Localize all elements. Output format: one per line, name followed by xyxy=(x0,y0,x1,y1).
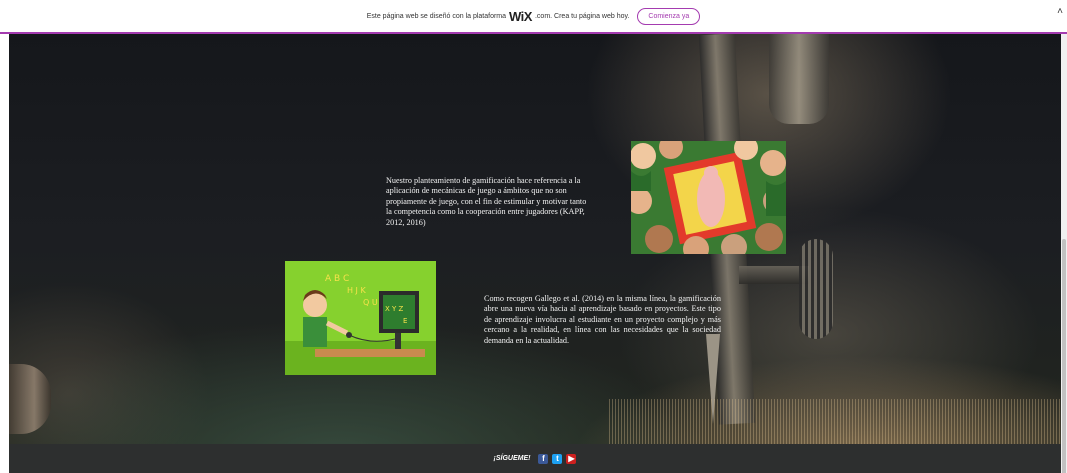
tonearm-upper-decoration xyxy=(769,34,829,124)
svg-text:A B C: A B C xyxy=(325,274,349,284)
svg-text:H J K: H J K xyxy=(347,286,366,295)
page-scrollbar[interactable] xyxy=(1061,34,1067,473)
svg-text:X Y Z: X Y Z xyxy=(385,305,404,313)
svg-text:E: E xyxy=(403,317,407,325)
record-grooves-decoration xyxy=(609,399,1061,444)
wix-banner-message: Este página web se diseñó con la platafo… xyxy=(367,9,630,24)
left-ring-decoration xyxy=(9,364,51,434)
tonearm-knob-decoration xyxy=(799,239,833,339)
gamification-definition-text: Nuestro planteamiento de gamificación ha… xyxy=(386,176,587,227)
project-learning-text: Como recogen Gallego et al. (2014) en la… xyxy=(484,294,721,345)
wix-banner-text-after: .com. Crea tu página web hoy. xyxy=(534,12,630,20)
student-computer-image: A B C H J K Q U X Y Z E xyxy=(285,261,436,375)
svg-text:Q U: Q U xyxy=(363,298,378,307)
twitter-icon[interactable]: t xyxy=(552,453,563,464)
page: Este página web se diseñó con la platafo… xyxy=(0,0,1067,473)
gamers-board-image xyxy=(631,141,786,254)
hero-background xyxy=(9,34,1061,444)
page-margin-left xyxy=(0,34,9,473)
start-now-button[interactable]: Comienza ya xyxy=(637,7,701,25)
wix-banner: Este página web se diseñó con la platafo… xyxy=(0,0,1067,34)
student-computer-illustration: A B C H J K Q U X Y Z E xyxy=(285,261,436,375)
youtube-icon[interactable]: ▶ xyxy=(566,453,577,464)
footer: ¡SÍGUEME! f t ▶ xyxy=(9,444,1061,473)
facebook-icon[interactable]: f xyxy=(538,453,549,464)
wix-banner-text-before: Este página web se diseñó con la platafo… xyxy=(366,12,507,20)
scrollbar-thumb[interactable] xyxy=(1062,239,1066,473)
gamers-board-illustration xyxy=(631,141,786,254)
wix-logo[interactable]: WiX xyxy=(509,9,532,24)
collapse-banner-icon[interactable]: ˄ xyxy=(1057,6,1063,17)
follow-me-label: ¡SÍGUEME! xyxy=(493,455,531,462)
